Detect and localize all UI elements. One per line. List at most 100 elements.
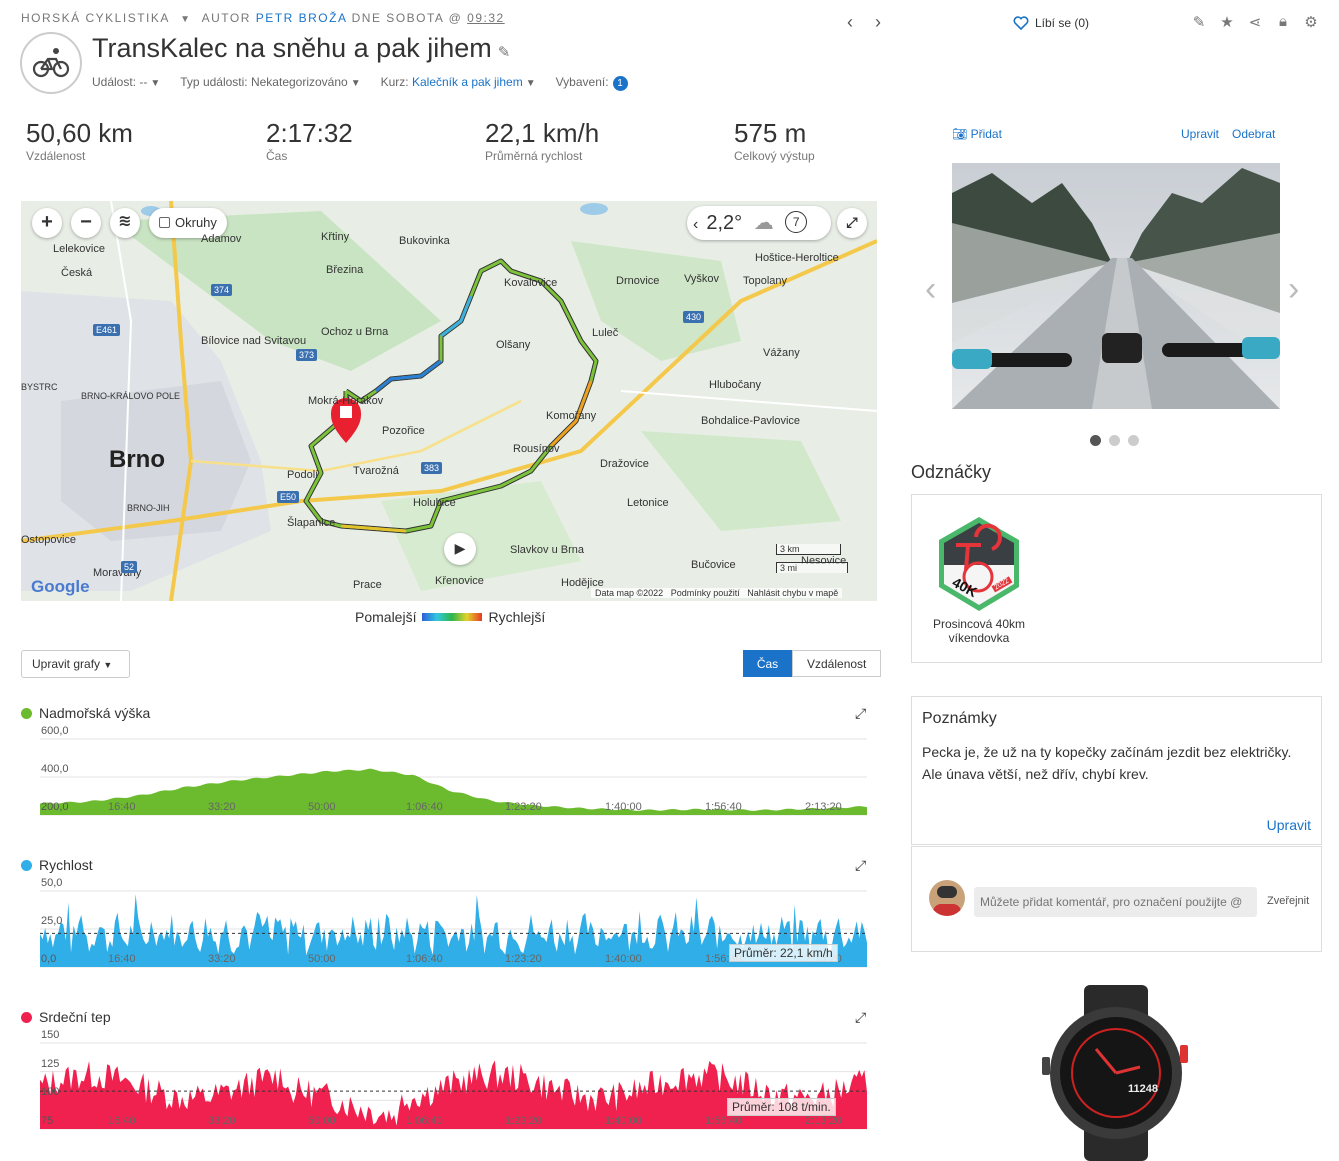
zoom-in-button[interactable]: + (32, 208, 62, 238)
photo-dot[interactable] (1128, 435, 1139, 446)
like-button[interactable]: Líbí se (0) (1013, 16, 1089, 30)
map-place-label: Hlubočany (709, 379, 761, 391)
event-dropdown[interactable]: Událost: -- ▼ (92, 75, 160, 91)
star-icon[interactable]: ★ (1218, 13, 1236, 31)
x-tick-label: 1:56:40 (705, 801, 742, 813)
add-photo-button[interactable]: 📷︎ Přidat (952, 127, 1002, 141)
category-link[interactable]: HORSKÁ CYKLISTIKA (21, 11, 169, 25)
toggle-time[interactable]: Čas (743, 650, 792, 677)
x-tick-label: 50:00 (308, 1115, 336, 1127)
x-tick-label: 1:40:00 (605, 801, 642, 813)
page-title: TransKalec na sněhu a pak jihem ✎ (92, 33, 510, 64)
road-number: E50 (277, 491, 300, 503)
y-tick-label: 150 (41, 1029, 60, 1041)
date-text: DNE SOBOTA @ (351, 11, 463, 25)
fullscreen-button[interactable]: ⤢ (837, 208, 867, 238)
map-city-label: Brno (109, 446, 165, 473)
map-place-label: Mokrá-Horákov (308, 395, 384, 407)
road-number: 373 (296, 349, 318, 361)
report-link[interactable]: Nahlásit chybu v mapě (747, 588, 838, 598)
map-place-label: Slavkov u Brna (510, 544, 584, 556)
next-activity-icon[interactable]: › (864, 12, 892, 33)
map-place-label: Komořany (546, 410, 597, 422)
stat-elevation-gain: 575 m Celkový výstup (734, 118, 815, 163)
lock-icon[interactable]: 🔒︎ (1274, 13, 1292, 31)
edit-icon[interactable]: ✎ (1190, 13, 1208, 31)
notes-text: Pecka je, že už na ty kopečky začínám je… (922, 744, 1292, 782)
breadcrumb: HORSKÁ CYKLISTIKA ▼ AUTOR PETR BROŽA DNE… (21, 11, 505, 25)
activity-photo[interactable] (952, 163, 1280, 409)
activity-title[interactable]: TransKalec na sněhu a pak jihem (92, 33, 492, 63)
chart-plot[interactable] (0, 857, 880, 987)
edit-charts-button[interactable]: Upravit grafy ▼ (21, 650, 130, 678)
event-type-dropdown[interactable]: Typ události: Nekategorizováno ▼ (180, 75, 360, 91)
cloud-icon: ☁ (753, 212, 774, 234)
x-tick-label: 33:20 (208, 1115, 236, 1127)
edit-notes-link[interactable]: Upravit (1267, 817, 1311, 833)
x-tick-label: 16:40 (108, 1115, 136, 1127)
category-dropdown-icon[interactable]: ▼ (180, 14, 191, 25)
x-tick-label: 50:00 (308, 801, 336, 813)
y-tick-label: 50,0 (41, 877, 63, 889)
toggle-distance[interactable]: Vzdálenost (792, 650, 882, 677)
share-icon[interactable]: ⋖ (1246, 13, 1264, 31)
x-tick-label: 16:40 (108, 953, 136, 965)
publish-comment-button[interactable]: Zveřejnit (1267, 895, 1309, 907)
map-place-label: Adamov (201, 233, 242, 245)
map-place-label: Rousínov (513, 443, 560, 455)
remove-photo-link[interactable]: Odebrat (1232, 127, 1275, 141)
legend-slow: Pomalejší (355, 609, 417, 625)
stat-label: Vzdálenost (26, 149, 86, 163)
road-number: 52 (121, 561, 138, 573)
chart-0: Nadmořská výška ⤢ 600,0 400,0 200,0 16:40 33:2… (0, 705, 880, 855)
x-tick-label: 1:06:40 (406, 1115, 443, 1127)
time-value[interactable]: 09:32 (467, 11, 505, 25)
legend-fast: Rychlejší (488, 609, 546, 625)
map-place-label: Olšany (496, 339, 531, 351)
x-tick-label: 1:06:40 (406, 953, 443, 965)
gear-icon[interactable]: ⚙ (1302, 13, 1320, 31)
edit-photo-link[interactable]: Upravit (1181, 127, 1219, 141)
series-area (40, 1060, 867, 1129)
map-place-label: Ostopovice (21, 534, 77, 546)
map-place-label: Březina (326, 264, 364, 276)
course-link[interactable]: Kalečník a pak jihem (412, 75, 523, 89)
gear-count-badge[interactable]: 1 (612, 76, 628, 91)
weather-prev-icon[interactable]: ‹ (693, 216, 698, 233)
photo-next-icon[interactable]: › (1288, 270, 1299, 309)
weather-widget[interactable]: ‹ 2,2° ☁ 7 (687, 206, 831, 240)
author-link[interactable]: PETR BROŽA (256, 11, 347, 25)
chart-2: Srdeční tep ⤢ 150 125 100 75 16:40 33:20 50:00 1:… (0, 1009, 880, 1159)
play-route-button[interactable]: ▶ (444, 533, 476, 565)
layers-button[interactable]: ≋ (110, 208, 140, 238)
previous-activity-icon[interactable]: ‹ (836, 12, 864, 33)
map-place-label: Křenovice (435, 575, 484, 587)
map-place-label: Tvarožná (353, 465, 399, 477)
badges-title: Odznáčky (911, 462, 992, 482)
map-attribution: Data map ©2022 Podmínky použití Nahlásit… (591, 588, 843, 598)
x-tick-label: 1:23:20 (505, 801, 542, 813)
edit-title-icon[interactable]: ✎ (498, 44, 511, 61)
y-tick-label: 400,0 (41, 763, 69, 775)
stat-distance: 50,60 km Vzdálenost (26, 118, 133, 163)
camera-icon: 📷︎ (952, 127, 968, 141)
comment-input[interactable] (974, 887, 1257, 917)
activity-toolbar: ✎ ★ ⋖ 🔒︎ ⚙ (1190, 13, 1320, 31)
terms-link[interactable]: Podmínky použití (671, 588, 740, 598)
gear-field[interactable]: Vybavení: 1 (556, 75, 628, 91)
route-map[interactable]: + − ≋ Okruhy ‹ 2,2° ☁ 7 ⤢ Brno Lelekovice… (21, 201, 877, 601)
y-tick-label: 600,0 (41, 725, 69, 737)
photo-dot[interactable] (1090, 435, 1101, 446)
zoom-out-button[interactable]: − (71, 208, 101, 238)
layers-icon: ≋ (118, 213, 132, 230)
road-number: E461 (93, 324, 121, 336)
badge-icon[interactable]: 40K 2022 (936, 515, 1022, 613)
x-tick-label: 1:56:40 (705, 1115, 742, 1127)
photo-dot[interactable] (1109, 435, 1120, 446)
edit-charts-label: Upravit grafy (32, 657, 101, 671)
chart-plot[interactable] (0, 705, 880, 835)
x-tick-label: 50:00 (308, 953, 336, 965)
map-place-label: Křtiny (321, 231, 350, 243)
course-dropdown[interactable]: Kurz: Kalečník a pak jihem ▼ (381, 75, 536, 91)
photo-prev-icon[interactable]: ‹ (925, 270, 936, 309)
